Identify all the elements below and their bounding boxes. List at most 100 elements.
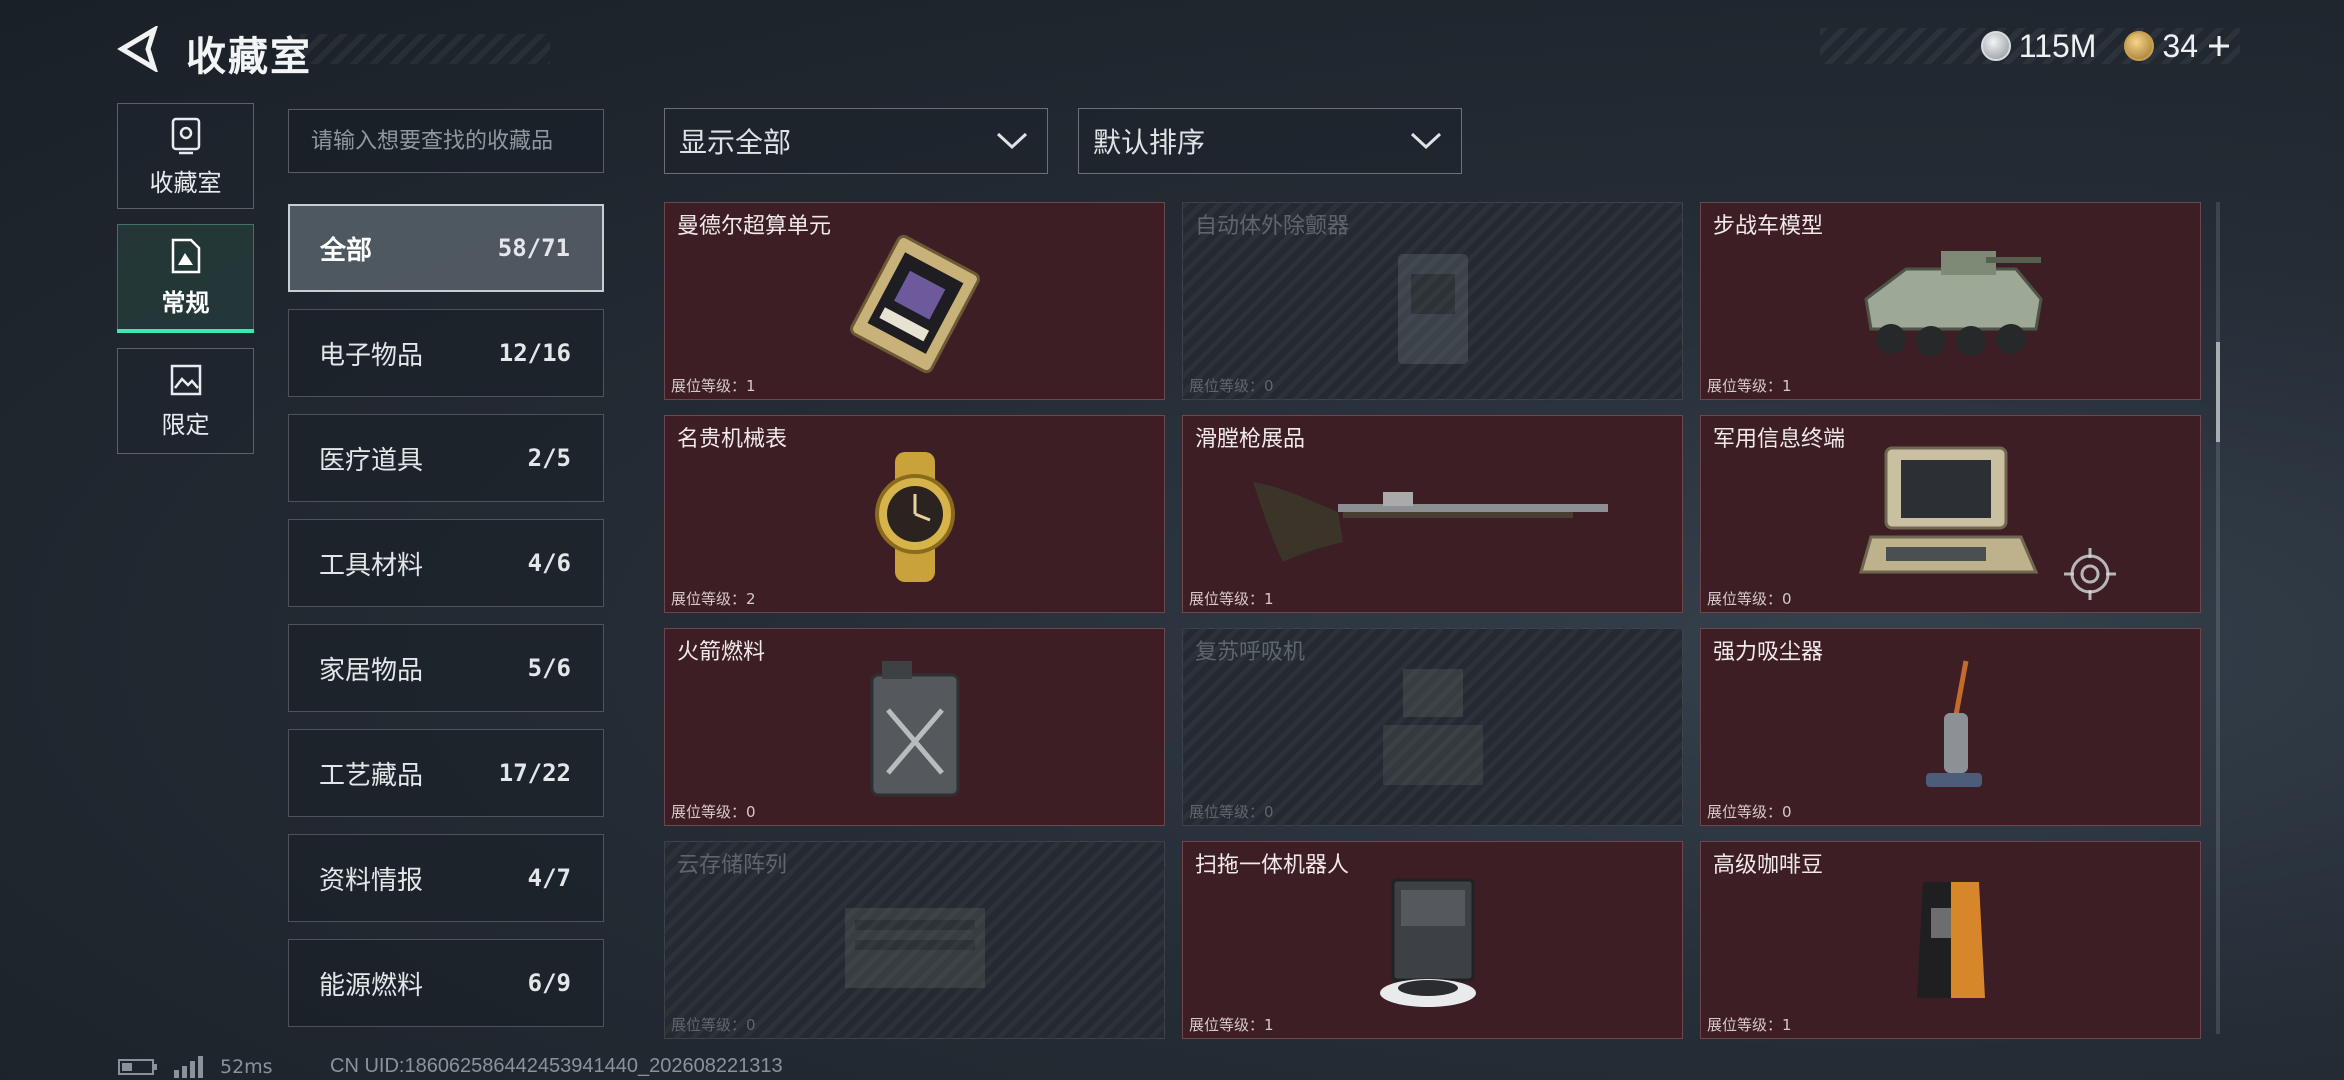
rail-item-regular[interactable]: 常规: [117, 224, 254, 333]
rail-item-label: 收藏室: [149, 168, 222, 197]
item-card-musket[interactable]: 滑膛枪展品 展位等级：1: [1182, 415, 1683, 613]
target-icon: [2064, 548, 2116, 600]
item-card-watch[interactable]: 名贵机械表 展位等级：2: [664, 415, 1165, 613]
silver-amount: 115M: [2018, 27, 2097, 64]
category-count: 58/71: [497, 234, 570, 262]
sort-dropdown[interactable]: 默认排序: [1078, 108, 1462, 174]
battery-icon: [118, 1059, 157, 1075]
ventilator-icon: [1382, 669, 1483, 785]
chevron-down-icon: [1410, 132, 1442, 150]
rail-item-collection-room[interactable]: 收藏室: [117, 103, 254, 209]
item-level: 展位等级：1: [671, 377, 756, 395]
item-title: 复苏呼吸机: [1195, 640, 1306, 665]
item-level: 展位等级：2: [671, 590, 756, 608]
status-bar: 52ms: [118, 1056, 273, 1078]
category-energy[interactable]: 能源燃料 6/9: [288, 939, 604, 1027]
back-button[interactable]: [116, 24, 162, 74]
category-crafts[interactable]: 工艺藏品 17/22: [288, 729, 604, 817]
document-icon: [171, 238, 200, 273]
currency-bar: 115M 34: [1820, 28, 2240, 64]
terminal-icon: [1858, 446, 2038, 574]
item-card-vacuum[interactable]: 强力吸尘器 展位等级：0: [1700, 628, 2201, 826]
item-card-defibrillator[interactable]: 自动体外除颤器 展位等级：0: [1182, 202, 1683, 400]
musket-icon: [1252, 482, 1608, 562]
scrollbar-thumb[interactable]: [2216, 342, 2220, 442]
item-level: 展位等级：1: [1189, 1016, 1274, 1034]
item-title: 火箭燃料: [677, 640, 766, 665]
category-household[interactable]: 家居物品 5/6: [288, 624, 604, 712]
category-count: 12/16: [498, 339, 571, 367]
item-level: 展位等级：0: [671, 803, 756, 821]
category-name: 工具材料: [319, 550, 424, 581]
item-card-terminal[interactable]: 军用信息终端 展位等级：0: [1700, 415, 2201, 613]
item-level: 展位等级：0: [1189, 377, 1274, 395]
category-count: 5/6: [527, 654, 571, 682]
item-card-supercomputer[interactable]: 曼德尔超算单元 展位等级：1: [664, 202, 1165, 400]
category-intel[interactable]: 资料情报 4/7: [288, 834, 604, 922]
category-name: 资料情报: [319, 865, 424, 896]
storage-array-icon: [844, 908, 985, 988]
add-currency-icon[interactable]: [2206, 33, 2232, 59]
rail-item-limited[interactable]: 限定: [117, 348, 254, 454]
user-uid: CN UID:1860625864424539414​40_2026082213…: [330, 1055, 783, 1077]
ifv-model-icon: [1863, 251, 2043, 356]
category-name: 电子物品: [319, 340, 424, 371]
fuel-can-icon: [870, 661, 959, 797]
watch-icon: [874, 452, 955, 582]
item-card-ifv-model[interactable]: 步战车模型 展位等级：1: [1700, 202, 2201, 400]
signal-icon: [174, 1056, 203, 1078]
search-input[interactable]: [288, 109, 604, 173]
item-title: 云存储阵列: [677, 853, 788, 878]
item-card-storage-array[interactable]: 云存储阵列 展位等级：0: [664, 841, 1165, 1039]
page-title: 收藏室: [186, 34, 312, 80]
sort-value: 默认排序: [1093, 126, 1206, 159]
category-all[interactable]: 全部 58/71: [288, 204, 604, 292]
item-card-coffee-beans[interactable]: 高级咖啡豆 展位等级：1: [1700, 841, 2201, 1039]
item-card-ventilator[interactable]: 复苏呼吸机 展位等级：0: [1182, 628, 1683, 826]
grid-scrollbar[interactable]: [2216, 202, 2220, 1034]
category-count: 6/9: [527, 969, 571, 997]
item-card-rocket-fuel[interactable]: 火箭燃料 展位等级：0: [664, 628, 1165, 826]
category-count: 2/5: [527, 444, 571, 472]
gold-coin-icon: [2124, 31, 2155, 61]
rail-item-label: 常规: [161, 288, 210, 317]
item-title: 自动体外除颤器: [1195, 214, 1350, 239]
item-title: 步战车模型: [1713, 214, 1824, 239]
category-tools[interactable]: 工具材料 4/6: [288, 519, 604, 607]
item-level: 展位等级：0: [671, 1016, 756, 1034]
item-level: 展位等级：1: [1707, 377, 1792, 395]
item-title: 曼德尔超算单元: [677, 214, 832, 239]
category-name: 能源燃料: [319, 970, 424, 1001]
rail-item-label: 限定: [161, 410, 210, 439]
item-level: 展位等级：0: [1707, 590, 1792, 608]
gold-currency[interactable]: 34: [2124, 28, 2232, 65]
category-name: 家居物品: [319, 655, 424, 686]
image-icon: [170, 364, 201, 395]
robot-mop-icon: [1379, 878, 1476, 1007]
coffee-bag-icon: [1916, 882, 1985, 998]
category-name: 全部: [320, 235, 373, 266]
item-title: 名贵机械表: [677, 427, 788, 452]
item-level: 展位等级：0: [1707, 803, 1792, 821]
supercomputer-icon: [849, 234, 980, 374]
category-medical[interactable]: 医疗道具 2/5: [288, 414, 604, 502]
silver-coin-icon: [1980, 31, 2011, 61]
category-count: 4/6: [527, 549, 571, 577]
gold-amount: 34: [2162, 27, 2198, 64]
collection-grid: 曼德尔超算单元 展位等级：1 自动体外除颤器 展位等级：0 步战车模型 展位等级…: [664, 202, 2202, 1039]
category-name: 医疗道具: [319, 445, 424, 476]
item-title: 军用信息终端: [1713, 427, 1846, 452]
item-title: 高级咖啡豆: [1713, 853, 1824, 878]
category-name: 工艺藏品: [319, 760, 424, 791]
chevron-down-icon: [996, 132, 1028, 150]
category-electronics[interactable]: 电子物品 12/16: [288, 309, 604, 397]
show-filter-value: 显示全部: [679, 126, 792, 159]
category-count: 17/22: [498, 759, 571, 787]
item-title: 强力吸尘器: [1713, 640, 1824, 665]
show-filter-dropdown[interactable]: 显示全部: [664, 108, 1048, 174]
back-arrow-icon: [117, 24, 159, 74]
silver-currency: 115M: [1980, 27, 2097, 65]
ping-value: 52ms: [220, 1056, 273, 1078]
item-card-robot-mop[interactable]: 扫拖一体机器人 展位等级：1: [1182, 841, 1683, 1039]
defibrillator-icon: [1397, 254, 1468, 364]
